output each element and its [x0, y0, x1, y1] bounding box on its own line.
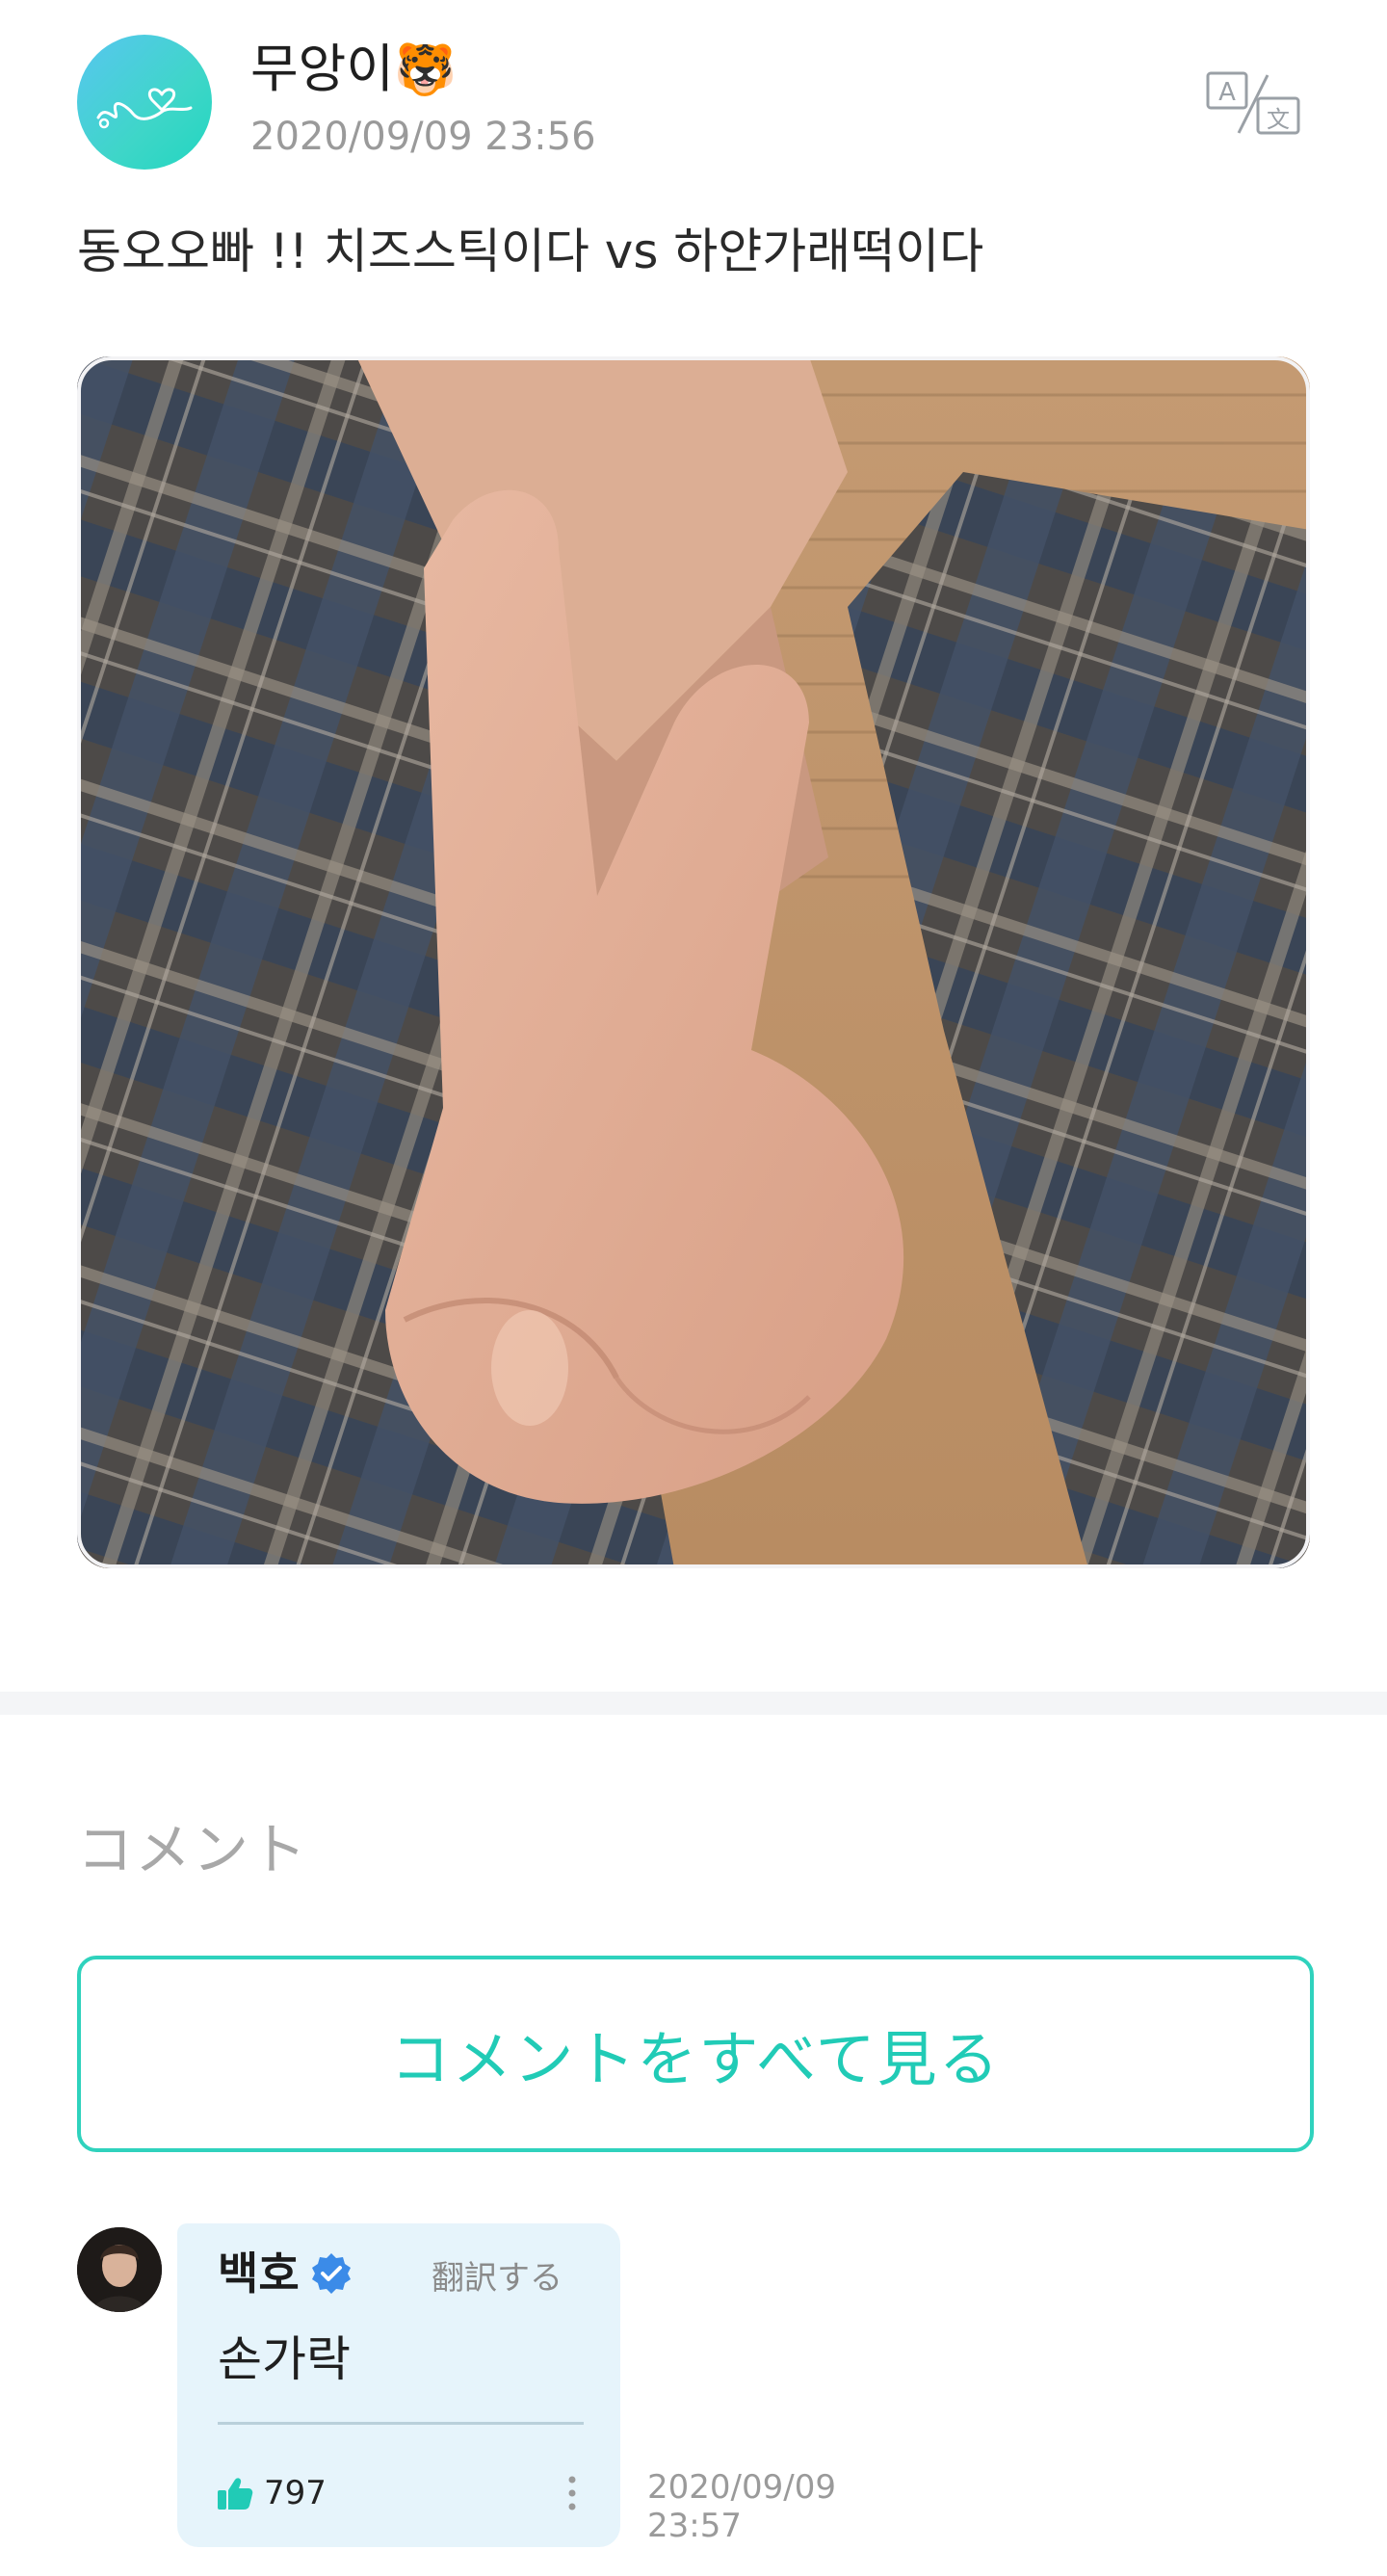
comment-timestamp: 2020/09/09 23:57 — [647, 2468, 878, 2545]
post-photo[interactable] — [77, 356, 1310, 1568]
commenter-row: 백호 — [218, 2243, 353, 2304]
thumbs-up-icon — [218, 2478, 253, 2510]
tiger-emoji-icon: 🐯 — [394, 41, 457, 99]
svg-text:文: 文 — [1267, 106, 1290, 133]
like-count: 797 — [264, 2474, 327, 2512]
profile-photo-icon — [77, 2227, 162, 2312]
svg-text:A: A — [1218, 78, 1236, 107]
comment-clock: 23:57 — [647, 2507, 742, 2545]
comment-date: 2020/09/09 — [647, 2468, 836, 2507]
author-name-text: 무앙이 — [250, 39, 395, 99]
commenter-avatar[interactable] — [77, 2227, 162, 2312]
commenter-name[interactable]: 백호 — [218, 2243, 300, 2304]
comment-bubble: 백호 翻訳する 손가락 797 — [177, 2223, 620, 2547]
heart-scribble-icon — [96, 88, 193, 129]
more-options-icon[interactable] — [559, 2470, 586, 2516]
section-divider — [0, 1692, 1387, 1715]
post-header: 무앙이🐯 2020/09/09 23:56 A 文 — [77, 35, 1310, 170]
post-text: 동오오빠 !! 치즈스틱이다 vs 하얀가래떡이다 — [77, 223, 984, 279]
peace-sign-photo — [77, 356, 1310, 1568]
author-avatar[interactable] — [77, 35, 212, 170]
post-timestamp: 2020/09/09 23:56 — [250, 115, 596, 159]
translate-icon[interactable]: A 文 — [1204, 69, 1304, 139]
comment-item: 백호 翻訳する 손가락 797 2020/09/09 23:57 — [77, 2223, 1310, 2551]
bubble-divider — [218, 2422, 584, 2425]
comments-heading: コメント — [77, 1817, 309, 1882]
comment-text: 손가락 — [218, 2331, 351, 2387]
like-button[interactable]: 797 — [216, 2468, 327, 2518]
author-name[interactable]: 무앙이🐯 — [250, 35, 457, 105]
comment-translate-link[interactable]: 翻訳する — [432, 2256, 563, 2300]
verified-badge-icon — [311, 2253, 351, 2294]
view-all-comments-button[interactable]: コメントをすべて見る — [77, 1956, 1314, 2152]
